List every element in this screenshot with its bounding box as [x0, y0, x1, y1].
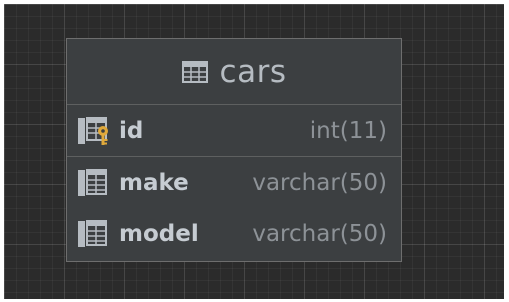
table-name: cars — [219, 53, 287, 90]
primary-key-section: id int(11) — [67, 105, 401, 157]
diagram-canvas[interactable]: cars id int(11) make varchar(50) model v… — [4, 4, 504, 299]
table-header: cars — [67, 39, 401, 105]
table-icon — [181, 60, 208, 83]
column-name: make — [119, 169, 189, 196]
column-row-model[interactable]: model varchar(50) — [67, 208, 401, 259]
column-icon — [77, 168, 113, 198]
columns-section: make varchar(50) model varchar(50) — [67, 157, 401, 259]
column-icon — [77, 219, 113, 249]
column-name: model — [119, 220, 199, 247]
column-row-make[interactable]: make varchar(50) — [67, 157, 401, 208]
column-row-id[interactable]: id int(11) — [67, 105, 401, 157]
column-type: varchar(50) — [252, 220, 387, 247]
column-name: id — [119, 118, 144, 144]
column-type: int(11) — [309, 118, 387, 144]
primary-key-column-icon — [77, 116, 113, 146]
column-type: varchar(50) — [252, 169, 387, 196]
table-node-cars[interactable]: cars id int(11) make varchar(50) model v… — [66, 38, 402, 262]
